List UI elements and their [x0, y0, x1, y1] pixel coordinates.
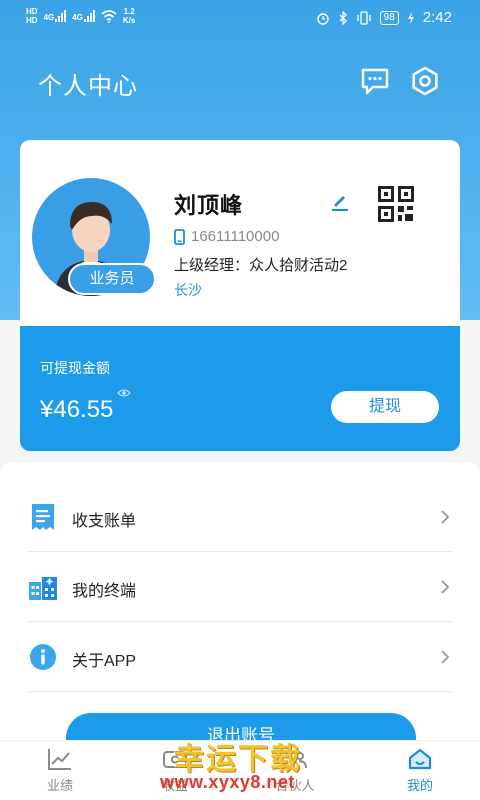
- menu-item-label: 收支账单: [72, 513, 137, 530]
- menu-item-bills[interactable]: 收支账单: [0, 482, 480, 552]
- signal-bars-icon: [55, 10, 67, 22]
- bottom-tab-bar: 业绩 收益 合伙人 我的: [0, 740, 480, 800]
- menu-item-label: 关于APP: [72, 653, 137, 670]
- tab-partners[interactable]: 合伙人: [255, 747, 335, 799]
- signal-1: 4G: [44, 10, 67, 22]
- tab-performance[interactable]: 业绩: [20, 747, 100, 799]
- phone-number: 16611110000: [191, 228, 280, 245]
- charging-icon: [407, 11, 414, 24]
- home-icon: [408, 748, 432, 770]
- hd-label-1: HD: [26, 7, 38, 16]
- bluetooth-icon: [339, 10, 347, 25]
- status-right: 98 2:42: [316, 9, 452, 26]
- battery-indicator: 98: [379, 10, 399, 25]
- tab-label: 业绩: [46, 778, 73, 793]
- city-label: 长沙: [174, 282, 202, 298]
- user-name: 刘顶峰: [174, 193, 244, 218]
- signal-2: 4G: [72, 10, 95, 22]
- page-title: 个人中心: [38, 73, 138, 100]
- clock-time: 2:42: [422, 9, 452, 26]
- profile-card: 业务员 刘顶峰 16611110000 上级经理：众人拾财活动2 长沙: [20, 140, 460, 330]
- qr-code-icon[interactable]: [378, 186, 414, 222]
- chevron-right-icon: [441, 510, 450, 524]
- tab-earnings[interactable]: 收益: [135, 747, 215, 799]
- withdraw-button[interactable]: 提现: [331, 391, 439, 423]
- bill-icon: [32, 504, 54, 530]
- status-bar: HD HD 4G 4G 1.2 K/s 98 2:42: [0, 0, 480, 36]
- role-badge: 业务员: [68, 263, 156, 295]
- network-speed: 1.2 K/s: [123, 7, 135, 25]
- phone-icon: [174, 228, 185, 245]
- hd-indicators: HD HD: [26, 7, 38, 25]
- settings-icon[interactable]: [410, 66, 440, 96]
- earnings-icon: [163, 751, 187, 768]
- terminal-icon: [29, 577, 57, 600]
- balance-label: 可提现金额: [40, 360, 110, 376]
- wifi-icon: [101, 9, 117, 23]
- superior-manager: 上级经理：众人拾财活动2: [174, 257, 348, 274]
- tab-mine[interactable]: 我的: [380, 747, 460, 799]
- speed-unit: K/s: [122, 16, 136, 25]
- balance-amount: ¥46.55: [40, 396, 114, 423]
- status-left: HD HD 4G 4G 1.2 K/s: [26, 7, 135, 25]
- menu-item-about[interactable]: 关于APP: [0, 622, 480, 692]
- menu-item-terminals[interactable]: 我的终端: [0, 552, 480, 622]
- network-type-1: 4G: [43, 13, 55, 22]
- chart-icon: [48, 749, 71, 770]
- hd-label-2: HD: [26, 16, 38, 25]
- tab-label: 收益: [161, 778, 188, 793]
- eye-icon[interactable]: [117, 388, 131, 398]
- vibrate-icon: [357, 10, 371, 25]
- balance-card: 可提现金额 ¥46.55 提现: [20, 326, 460, 451]
- menu-item-label: 我的终端: [72, 583, 137, 600]
- edit-icon[interactable]: [330, 192, 350, 212]
- signal-bars-icon: [83, 10, 95, 22]
- divider: [28, 691, 452, 692]
- info-icon: [30, 644, 56, 670]
- message-icon[interactable]: [360, 66, 390, 96]
- phone-line: 16611110000: [174, 228, 279, 245]
- network-type-2: 4G: [72, 13, 83, 22]
- tab-label: 合伙人: [275, 778, 315, 793]
- speed-value: 1.2: [123, 7, 135, 16]
- tab-label: 我的: [406, 778, 433, 793]
- partners-icon: [283, 750, 307, 770]
- chevron-right-icon: [441, 580, 450, 594]
- alarm-icon: [316, 12, 329, 25]
- chevron-right-icon: [441, 650, 450, 664]
